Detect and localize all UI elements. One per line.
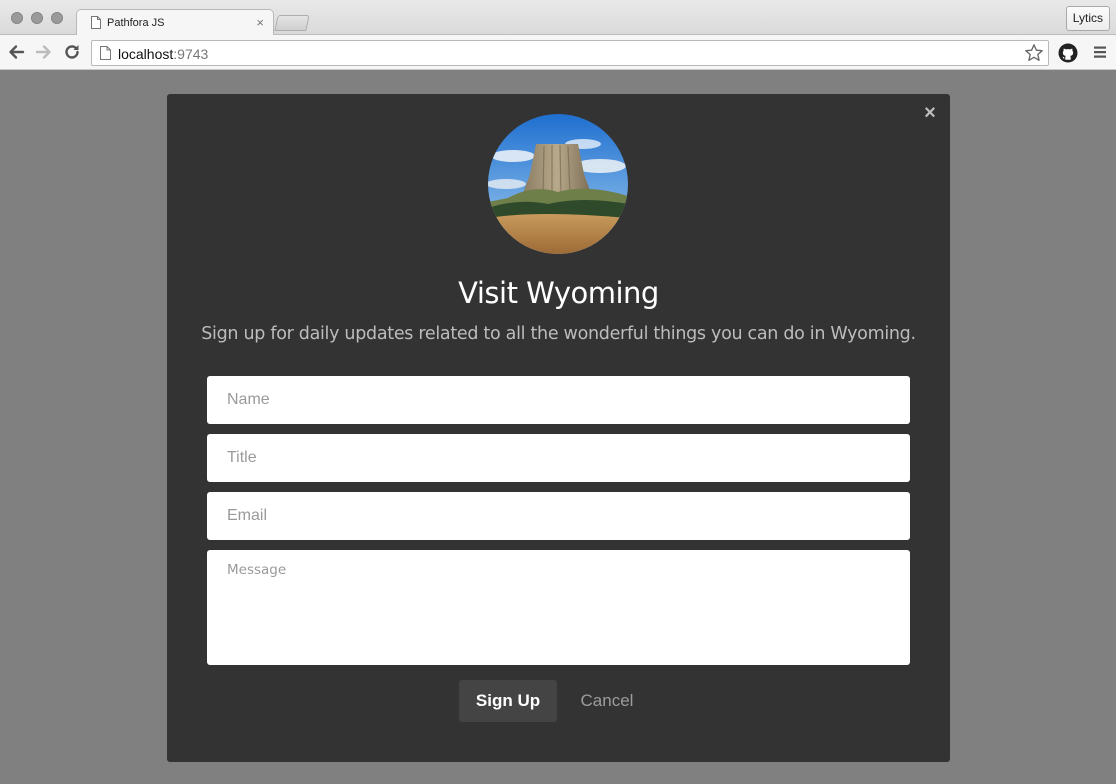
browser-tab[interactable]: Pathfora JS × [76, 9, 274, 36]
page-icon [100, 46, 111, 60]
back-arrow-icon[interactable] [7, 43, 25, 61]
github-icon[interactable] [1058, 43, 1078, 63]
devils-tower-illustration [488, 114, 628, 254]
cancel-button[interactable]: Cancel [572, 680, 642, 722]
address-bar[interactable]: localhost:9743 [91, 40, 1049, 66]
sign-up-button[interactable]: Sign Up [459, 680, 557, 722]
title-input[interactable] [207, 434, 910, 482]
new-tab-button[interactable] [274, 15, 310, 31]
close-window-button[interactable] [11, 12, 23, 24]
wyoming-photo [488, 114, 628, 254]
modal-title: Visit Wyoming [458, 276, 659, 310]
email-input[interactable] [207, 492, 910, 540]
browser-toolbar: localhost:9743 [0, 35, 1116, 70]
signup-modal: × Visit Wyoming Sign up for daily update… [167, 94, 950, 762]
zoom-window-button[interactable] [51, 12, 63, 24]
message-textarea[interactable] [207, 550, 910, 665]
page-icon [91, 16, 101, 29]
forward-arrow-icon[interactable] [35, 43, 53, 61]
bookmark-star-icon[interactable] [1024, 43, 1044, 63]
close-icon[interactable]: × [920, 103, 940, 123]
tab-close-icon[interactable]: × [256, 15, 264, 30]
hamburger-menu-icon[interactable] [1092, 44, 1108, 60]
reload-icon[interactable] [63, 43, 81, 61]
tab-title: Pathfora JS [107, 17, 165, 29]
modal-subtitle: Sign up for daily updates related to all… [201, 324, 916, 344]
minimize-window-button[interactable] [31, 12, 43, 24]
url-host: localhost [118, 46, 174, 62]
name-input[interactable] [207, 376, 910, 424]
url-text: localhost:9743 [118, 46, 208, 62]
url-port: :9743 [173, 46, 209, 62]
profile-button[interactable]: Lytics [1065, 6, 1110, 31]
browser-tab-bar: Pathfora JS × Lytics [0, 0, 1116, 36]
